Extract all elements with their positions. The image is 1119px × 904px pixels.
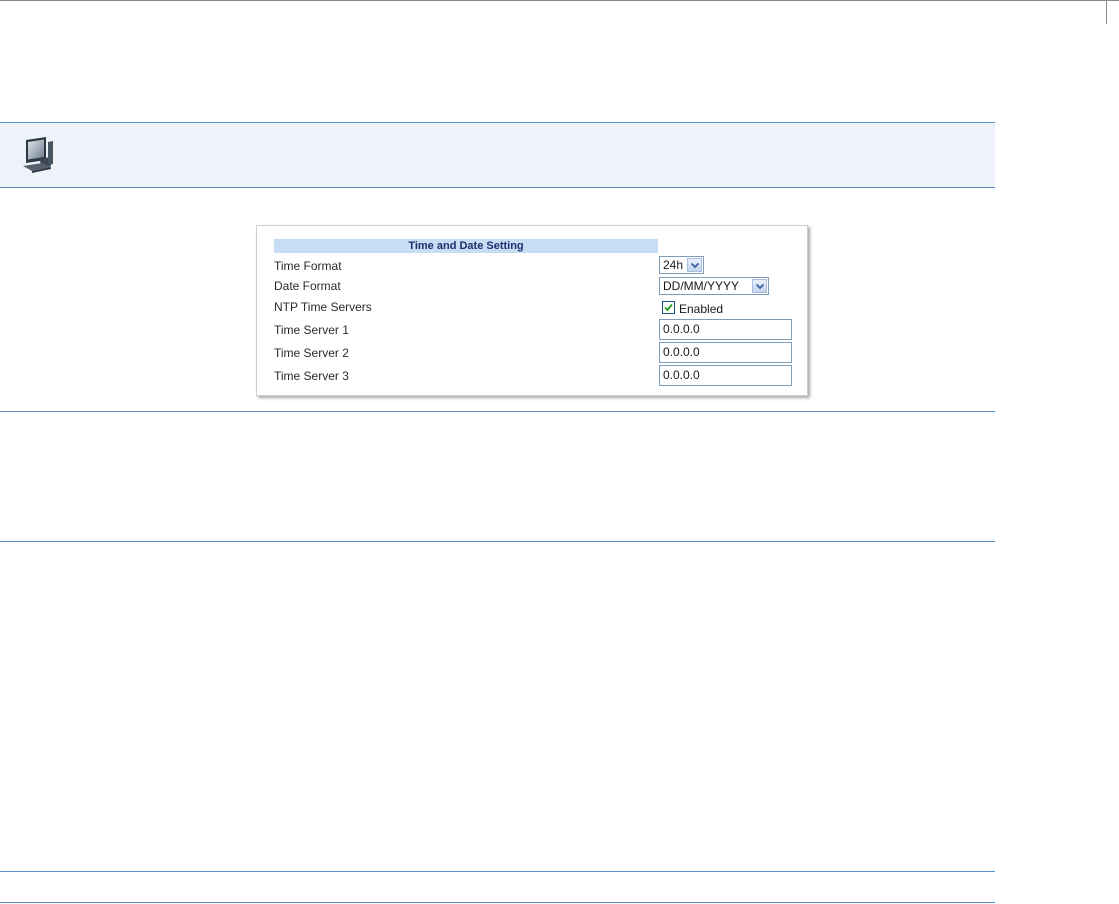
top-rule-tick — [1106, 0, 1107, 24]
time-format-label: Time Format — [274, 259, 342, 273]
panel-title: Time and Date Setting — [274, 239, 658, 253]
note-banner — [0, 122, 995, 188]
date-format-label: Date Format — [274, 279, 341, 293]
checkmark-icon — [664, 303, 673, 312]
chevron-down-icon[interactable] — [752, 279, 767, 293]
time-server-2-label: Time Server 2 — [274, 346, 349, 360]
time-server-2-input[interactable]: 0.0.0.0 — [659, 342, 792, 363]
time-server-3-label: Time Server 3 — [274, 369, 349, 383]
computer-icon — [20, 136, 56, 174]
date-format-value: DD/MM/YYYY — [663, 279, 740, 293]
chevron-down-icon[interactable] — [687, 258, 702, 272]
time-format-select[interactable]: 24h — [659, 256, 704, 274]
time-format-value: 24h — [663, 258, 684, 272]
time-date-settings-panel: Time and Date Setting Time Format 24h Da… — [256, 225, 808, 396]
section-divider — [0, 541, 995, 542]
ntp-enabled-label: Enabled — [679, 302, 724, 316]
section-divider — [0, 871, 995, 872]
top-rule — [0, 0, 1119, 1]
ntp-time-servers-label: NTP Time Servers — [274, 300, 372, 314]
time-server-1-input[interactable]: 0.0.0.0 — [659, 319, 792, 340]
section-divider — [0, 411, 995, 412]
section-divider — [0, 902, 995, 903]
time-server-1-label: Time Server 1 — [274, 323, 349, 337]
ntp-enabled-checkbox[interactable] — [662, 301, 675, 314]
date-format-select[interactable]: DD/MM/YYYY — [659, 277, 769, 295]
time-server-3-input[interactable]: 0.0.0.0 — [659, 365, 792, 386]
